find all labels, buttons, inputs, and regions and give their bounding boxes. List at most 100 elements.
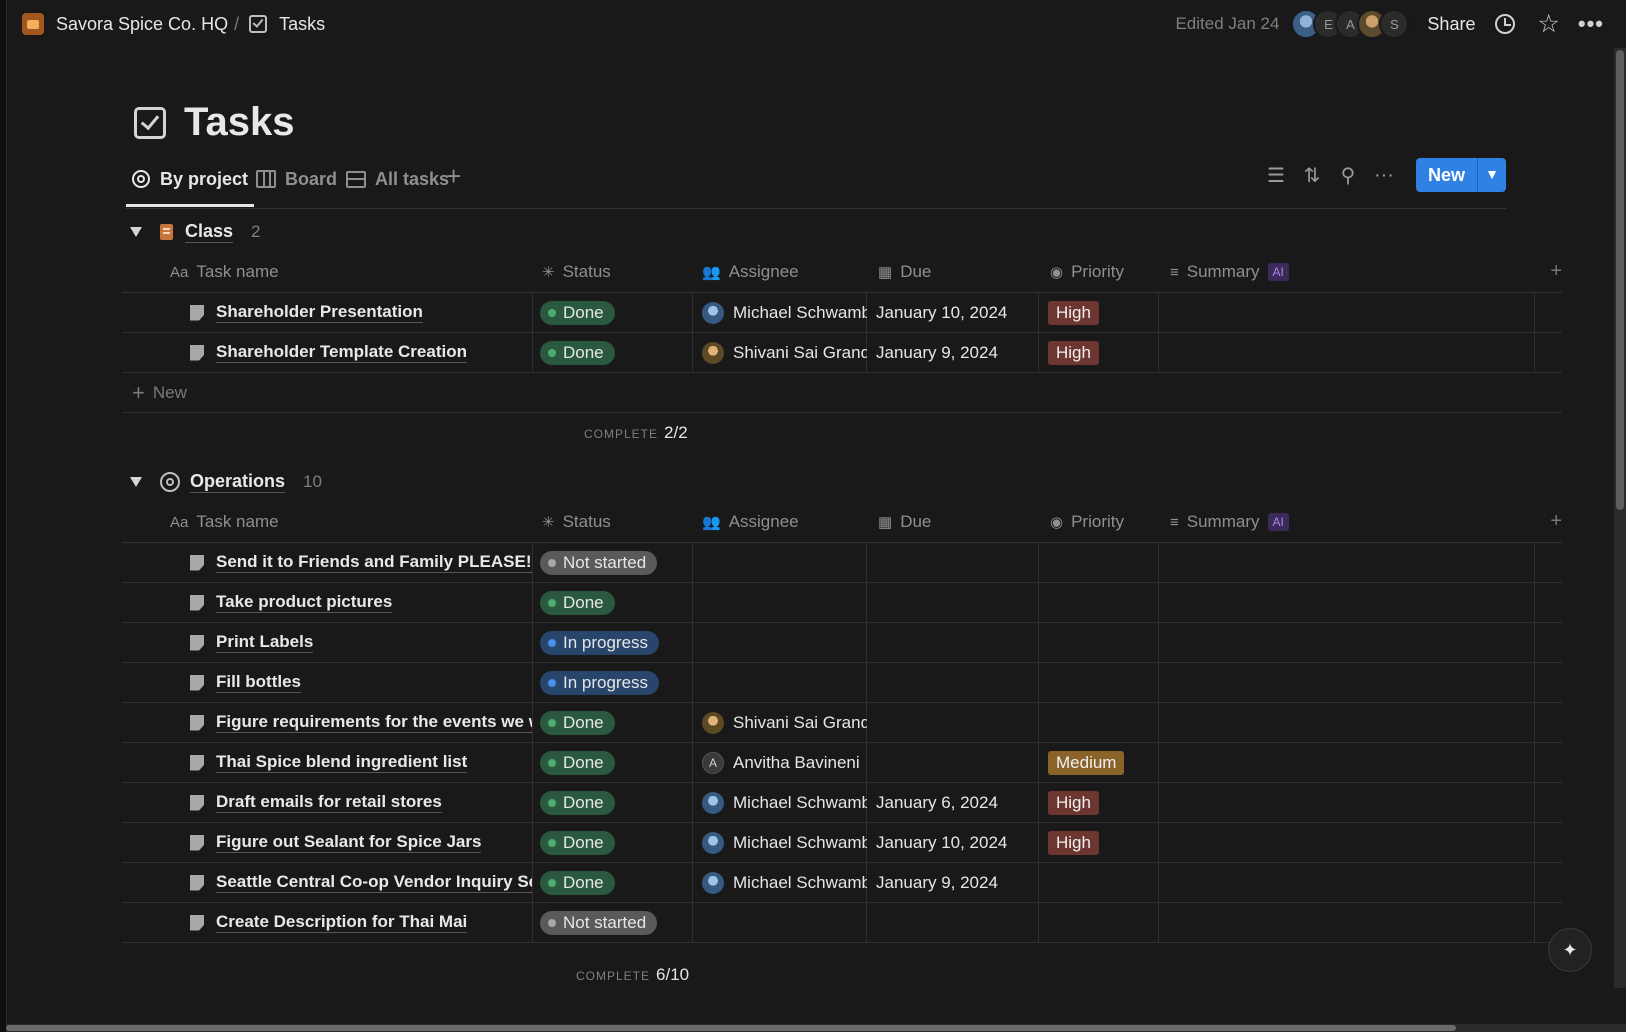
table-row[interactable]: Seattle Central Co-op Vendor Inquiry Ser… (122, 863, 1562, 903)
status-badge[interactable]: In progress (540, 670, 660, 695)
status-badge[interactable]: Not started (540, 550, 658, 575)
status-cell[interactable]: Done (540, 823, 690, 862)
priority-cell[interactable]: High (1048, 293, 1158, 332)
assignee-cell[interactable]: Michael Schwamb (702, 863, 867, 902)
more-options-icon[interactable]: ••• (1578, 11, 1604, 37)
tab-by-project[interactable]: By project (132, 164, 248, 194)
assignee-cell[interactable] (702, 623, 867, 662)
column-assignee[interactable]: 👥 Assignee (702, 252, 799, 292)
priority-cell[interactable]: High (1048, 783, 1158, 822)
collaborator-avatars[interactable]: E A S (1291, 9, 1410, 39)
column-assignee[interactable]: 👥 Assignee (702, 502, 799, 542)
collapse-toggle-icon[interactable] (130, 227, 142, 237)
priority-cell[interactable] (1048, 543, 1158, 582)
priority-badge[interactable]: High (1048, 790, 1099, 815)
priority-badge[interactable]: Medium (1048, 750, 1125, 775)
column-due[interactable]: ▦ Due (878, 502, 931, 542)
status-badge[interactable]: Done (540, 750, 615, 775)
column-status[interactable]: ✳ Status (542, 502, 611, 542)
briefcase-icon[interactable] (22, 13, 44, 35)
ai-sparkle-button[interactable]: ✦ (1548, 928, 1592, 972)
status-cell[interactable]: In progress (540, 623, 690, 662)
assignee-cell[interactable]: Michael Schwamb (702, 783, 867, 822)
group-header[interactable]: Class 2 (122, 212, 1562, 252)
task-name-cell[interactable]: Thai Spice blend ingredient list (190, 743, 532, 782)
table-row[interactable]: Draft emails for retail stores Done Michae… (122, 783, 1562, 823)
task-name[interactable]: Take product pictures (216, 592, 393, 613)
table-row[interactable]: Send it to Friends and Family PLEASE!!! N… (122, 543, 1562, 583)
new-button[interactable]: New ▼ (1415, 158, 1506, 192)
due-date-cell[interactable]: January 9, 2024 (876, 863, 1041, 902)
task-name-cell[interactable]: Send it to Friends and Family PLEASE!!! (190, 543, 532, 582)
breadcrumb-workspace[interactable]: Savora Spice Co. HQ (56, 14, 228, 35)
priority-cell[interactable] (1048, 663, 1158, 702)
assignee-cell[interactable]: Michael Schwamb (702, 823, 867, 862)
sort-icon[interactable]: ⇅ (1294, 163, 1330, 188)
due-date-cell[interactable] (876, 903, 1041, 942)
table-row[interactable]: Thai Spice blend ingredient list Done A Anv… (122, 743, 1562, 783)
task-name[interactable]: Shareholder Presentation (216, 302, 423, 323)
status-cell[interactable]: In progress (540, 663, 690, 702)
status-cell[interactable]: Done (540, 583, 690, 622)
assignee-cell[interactable]: Michael Schwamb (702, 293, 867, 332)
status-cell[interactable]: Done (540, 783, 690, 822)
status-badge[interactable]: Done (540, 830, 615, 855)
status-badge[interactable]: Done (540, 340, 615, 365)
task-name-cell[interactable]: Figure requirements for the events we wa (190, 703, 532, 742)
scrollbar-thumb[interactable] (6, 1025, 1456, 1031)
status-cell[interactable]: Done (540, 703, 690, 742)
assignee-cell[interactable]: A Anvitha Bavineni (702, 743, 867, 782)
task-name[interactable]: Shareholder Template Creation (216, 342, 467, 363)
task-name-cell[interactable]: Seattle Central Co-op Vendor Inquiry Ser (190, 863, 532, 902)
table-row[interactable]: Figure requirements for the events we wa… (122, 703, 1562, 743)
priority-cell[interactable] (1048, 623, 1158, 662)
task-name-cell[interactable]: Print Labels (190, 623, 532, 662)
task-name-cell[interactable]: Shareholder Template Creation (190, 333, 532, 372)
due-date-cell[interactable]: January 10, 2024 (876, 823, 1041, 862)
column-status[interactable]: ✳ Status (542, 252, 611, 292)
priority-cell[interactable] (1048, 583, 1158, 622)
vertical-scrollbar[interactable] (1614, 48, 1626, 988)
clock-icon[interactable] (1495, 14, 1516, 34)
column-task-name[interactable]: Aa Task name (170, 502, 279, 542)
assignee-cell[interactable] (702, 583, 867, 622)
table-row[interactable]: Shareholder Presentation Done Michael Schw… (122, 293, 1562, 333)
column-priority[interactable]: ◉ Priority (1050, 502, 1124, 542)
assignee-cell[interactable] (702, 903, 867, 942)
priority-cell[interactable]: Medium (1048, 743, 1158, 782)
table-row[interactable]: Create Description for Thai Mai Not start… (122, 903, 1562, 943)
column-task-name[interactable]: Aa Task name (170, 252, 279, 292)
breadcrumb-page[interactable]: Tasks (279, 14, 325, 35)
group-name[interactable]: Operations (190, 471, 286, 493)
add-view-button[interactable]: + (446, 160, 461, 192)
priority-badge[interactable]: High (1048, 830, 1099, 855)
chevron-down-icon[interactable]: ▼ (1477, 158, 1506, 192)
task-name-cell[interactable]: Take product pictures (190, 583, 532, 622)
complete-calculation[interactable]: COMPLETE 6/10 (576, 965, 689, 985)
status-cell[interactable]: Done (540, 863, 690, 902)
status-badge[interactable]: Done (540, 870, 615, 895)
table-row[interactable]: Figure out Sealant for Spice Jars Done Mic… (122, 823, 1562, 863)
priority-badge[interactable]: High (1048, 300, 1099, 325)
status-cell[interactable]: Done (540, 293, 690, 332)
task-name-cell[interactable]: Draft emails for retail stores (190, 783, 532, 822)
task-name[interactable]: Send it to Friends and Family PLEASE!!! (216, 552, 532, 573)
new-row-button[interactable]: + New (122, 373, 1562, 413)
status-cell[interactable]: Not started (540, 903, 690, 942)
status-cell[interactable]: Not started (540, 543, 690, 582)
status-cell[interactable]: Done (540, 743, 690, 782)
assignee-cell[interactable]: Shivani Sai Grandh (702, 703, 867, 742)
status-badge[interactable]: In progress (540, 630, 660, 655)
new-button-label[interactable]: New (1416, 158, 1477, 192)
task-name[interactable]: Draft emails for retail stores (216, 792, 442, 813)
tab-all-tasks[interactable]: All tasks (346, 164, 449, 194)
status-badge[interactable]: Not started (540, 910, 658, 935)
status-cell[interactable]: Done (540, 333, 690, 372)
page-title[interactable]: Tasks (184, 100, 294, 145)
task-name[interactable]: Figure out Sealant for Spice Jars (216, 832, 482, 853)
due-date-cell[interactable]: January 6, 2024 (876, 783, 1041, 822)
add-column-button[interactable]: + (1550, 510, 1562, 533)
due-date-cell[interactable] (876, 623, 1041, 662)
task-name-cell[interactable]: Fill bottles (190, 663, 532, 702)
add-column-button[interactable]: + (1550, 260, 1562, 283)
